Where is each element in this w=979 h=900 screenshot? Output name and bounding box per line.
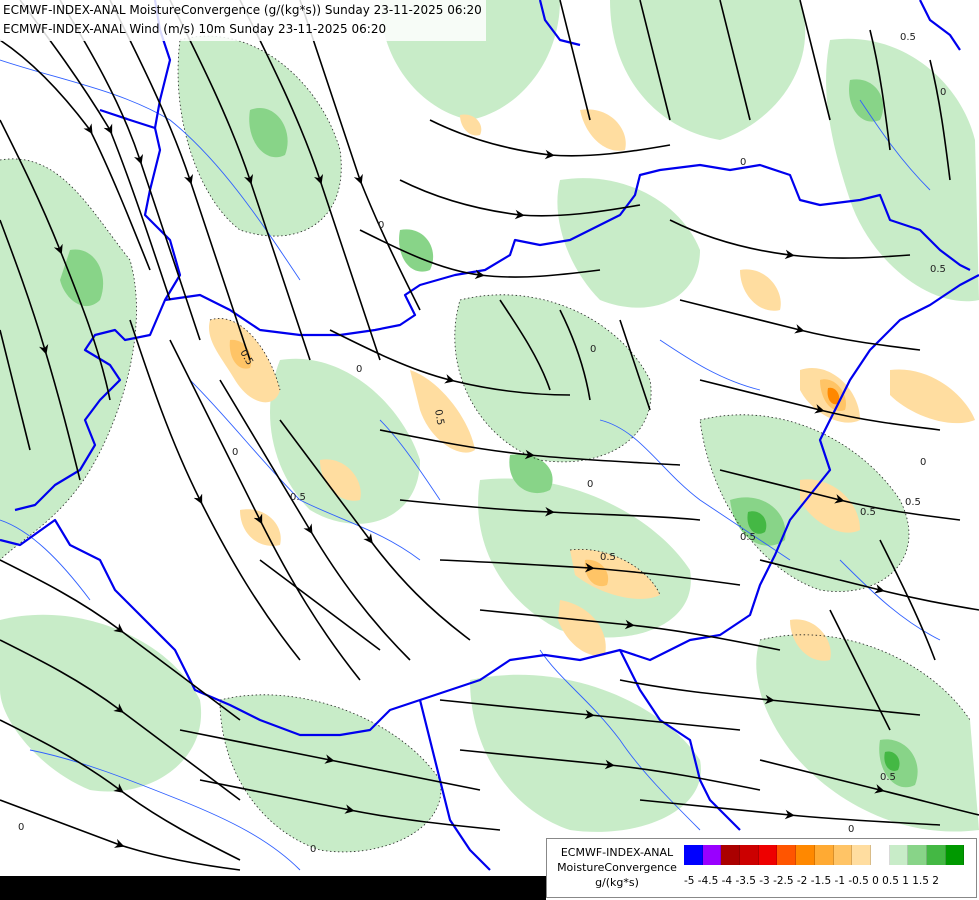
legend-swatch-4	[758, 845, 778, 865]
svg-text:0: 0	[740, 157, 746, 168]
legend-unit: g/(kg*s)	[595, 876, 639, 889]
map-canvas: 0.5 0.5 0.5 0.5 0.5 0.5 0.5 0.5 0 0 0 0 …	[0, 0, 979, 900]
svg-text:0: 0	[590, 344, 596, 355]
legend-source: ECMWF-INDEX-ANAL	[560, 846, 674, 859]
legend-swatch-2	[721, 845, 741, 865]
svg-text:0: 0	[848, 824, 854, 835]
legend-variable: MoistureConvergence	[557, 861, 677, 874]
svg-text:0: 0	[310, 844, 316, 855]
legend-swatch-3	[740, 845, 759, 865]
legend-swatch-5	[777, 845, 797, 865]
color-legend: ECMWF-INDEX-ANAL MoistureConvergence g/(…	[546, 838, 977, 898]
svg-text:0.5: 0.5	[740, 532, 756, 543]
convergence-title: ECMWF-INDEX-ANAL MoistureConvergence (g/…	[3, 3, 482, 17]
svg-text:0: 0	[356, 364, 362, 375]
svg-text:0: 0	[378, 220, 384, 231]
legend-swatch-13	[926, 845, 946, 865]
svg-text:0.5: 0.5	[900, 32, 916, 43]
svg-text:0: 0	[940, 87, 946, 98]
svg-text:0: 0	[920, 457, 926, 468]
legend-swatch-0	[684, 845, 703, 865]
legend-swatch-10	[870, 845, 890, 865]
map-title-box: ECMWF-INDEX-ANAL MoistureConvergence (g/…	[0, 0, 486, 41]
legend-swatch-14	[945, 845, 965, 865]
svg-text:0.5: 0.5	[905, 497, 921, 508]
wind-title: ECMWF-INDEX-ANAL Wind (m/s) 10m Sunday 2…	[3, 22, 387, 36]
legend-color-bar	[684, 845, 965, 865]
svg-text:0: 0	[587, 479, 593, 490]
svg-text:0.5: 0.5	[880, 772, 896, 783]
legend-swatch-11	[889, 845, 909, 865]
legend-ticks: -5 -4.5 -4 -3.5 -3 -2.5 -2 -1.5 -1 -0.5 …	[684, 875, 939, 887]
bottom-strip	[0, 876, 546, 900]
legend-swatch-9	[852, 845, 871, 865]
legend-swatch-6	[796, 845, 815, 865]
svg-text:0.5: 0.5	[290, 492, 306, 503]
svg-text:0: 0	[232, 447, 238, 458]
legend-swatch-7	[814, 845, 834, 865]
svg-text:0.5: 0.5	[860, 507, 876, 518]
svg-text:0.5: 0.5	[600, 552, 616, 563]
svg-text:0.5: 0.5	[930, 264, 946, 275]
legend-swatch-8	[833, 845, 853, 865]
legend-label: ECMWF-INDEX-ANAL MoistureConvergence g/(…	[553, 845, 681, 890]
legend-swatch-1	[702, 845, 722, 865]
svg-text:0: 0	[18, 822, 24, 833]
legend-swatch-12	[908, 845, 927, 865]
